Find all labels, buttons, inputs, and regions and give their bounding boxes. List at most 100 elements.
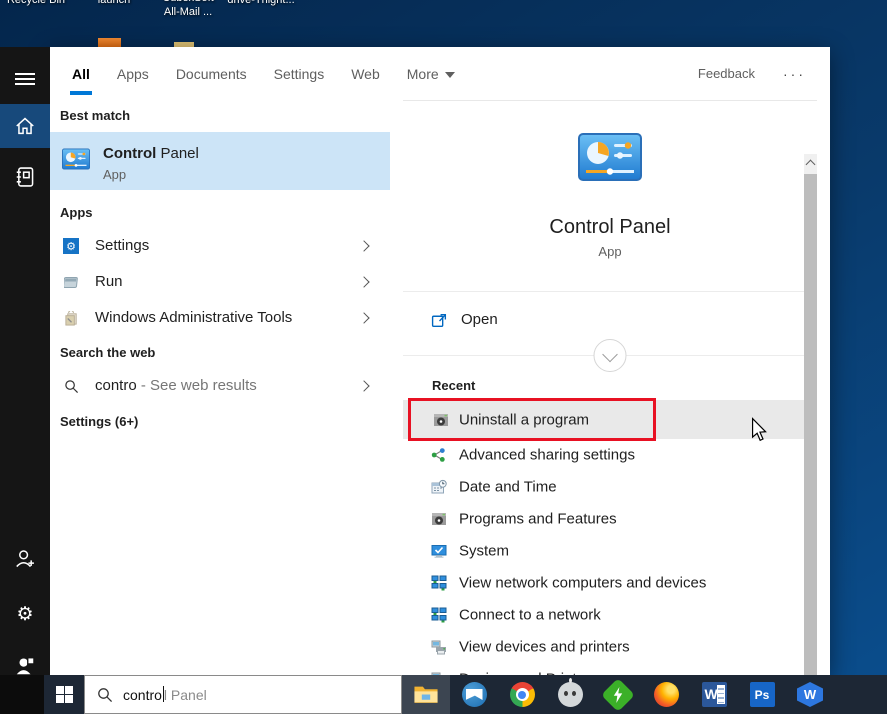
search-flyout-window: All Apps Documents Settings Web More Fee… <box>50 47 830 675</box>
settings-results-header: Settings (6+) <box>60 414 138 429</box>
taskbar-item-file-explorer[interactable] <box>402 675 450 714</box>
best-match-result-control-panel[interactable]: Control Panel App <box>50 132 390 190</box>
recent-item[interactable]: System <box>403 535 817 567</box>
desktop-icon-peek[interactable] <box>98 38 121 47</box>
expand-chevron-button[interactable] <box>594 339 627 372</box>
tab-all[interactable]: All <box>72 66 90 82</box>
app-result-windows-admin-tools[interactable]: Windows Administrative Tools <box>50 302 390 334</box>
admin-tools-icon <box>64 311 79 326</box>
menu-hamburger-button[interactable] <box>0 57 50 101</box>
desktop-icon-label[interactable]: Recycle Bin <box>4 0 68 6</box>
chevron-right-icon[interactable] <box>358 276 369 287</box>
taskbar: control Panel W Ps W <box>0 675 887 714</box>
search-tabs-bar: All Apps Documents Settings Web More Fee… <box>50 47 830 100</box>
scrollbar[interactable] <box>804 154 817 714</box>
taskbar-item-photoshop[interactable]: Ps <box>738 675 786 714</box>
firefox-icon <box>654 682 679 707</box>
journal-button[interactable] <box>0 155 50 199</box>
desktop-icon-label[interactable]: All-Mail ... <box>152 6 224 18</box>
taskbar-item-thunderbird[interactable] <box>450 675 498 714</box>
taskbar-search-box[interactable]: control Panel <box>84 675 402 714</box>
recent-item[interactable]: View devices and printers <box>403 631 817 663</box>
search-icon <box>64 379 79 394</box>
taskbar-item-chrome[interactable] <box>498 675 546 714</box>
web-result-row[interactable]: contro - See web results <box>50 370 390 402</box>
photoshop-icon: Ps <box>750 682 775 707</box>
taskbar-item-robot-app[interactable] <box>546 675 594 714</box>
app-result-run[interactable]: Run <box>50 266 390 298</box>
best-match-subtitle: App <box>103 167 126 182</box>
tab-web[interactable]: Web <box>351 66 380 82</box>
desktop-icon-label[interactable]: drive-Thight... <box>222 0 300 6</box>
datetime-icon <box>431 479 447 495</box>
recent-item[interactable]: Connect to a network <box>403 599 817 631</box>
best-match-header: Best match <box>60 108 130 123</box>
start-button[interactable] <box>44 675 84 714</box>
taskbar-item-word[interactable]: W <box>690 675 738 714</box>
chevron-down-icon <box>445 72 455 78</box>
search-input-typed-text[interactable]: contro <box>123 687 162 703</box>
search-autocomplete-hint: l Panel <box>164 687 207 703</box>
divider <box>403 291 817 292</box>
home-icon <box>14 115 36 137</box>
tab-more[interactable]: More <box>407 66 455 82</box>
robot-icon <box>558 682 583 707</box>
file-explorer-icon <box>413 684 439 705</box>
tab-settings[interactable]: Settings <box>274 66 325 82</box>
green-bolt-icon <box>601 678 635 712</box>
active-tab-underline <box>70 91 92 95</box>
tab-documents[interactable]: Documents <box>176 66 247 82</box>
recent-list: Uninstall a program Advanced sharing set… <box>403 400 817 695</box>
recent-item[interactable]: Date and Time <box>403 471 817 503</box>
journal-icon <box>14 166 36 188</box>
taskbar-item-firefox[interactable] <box>642 675 690 714</box>
sharing-icon <box>431 447 447 463</box>
chevron-right-icon[interactable] <box>358 240 369 251</box>
recent-item-uninstall-a-program[interactable]: Uninstall a program <box>403 400 817 439</box>
control-panel-icon <box>62 148 90 170</box>
preview-panel: Control Panel App Open Recent Uninstall … <box>403 100 817 675</box>
wps-office-icon: W <box>797 682 823 707</box>
taskbar-item-flashget[interactable] <box>594 675 642 714</box>
overflow-menu-button[interactable]: ··· <box>783 66 806 82</box>
taskbar-icons: W Ps W <box>402 675 834 714</box>
feedback-button[interactable]: Feedback <box>698 66 755 81</box>
chevron-down-icon <box>602 347 618 363</box>
recent-header: Recent <box>432 378 475 393</box>
scroll-up-icon[interactable] <box>806 160 816 170</box>
chevron-right-icon[interactable] <box>358 312 369 323</box>
apps-header: Apps <box>60 205 93 220</box>
desktop-icon-label[interactable]: launch <box>88 0 140 6</box>
recent-item[interactable]: Programs and Features <box>403 503 817 535</box>
preview-app-title: Control Panel <box>403 216 817 239</box>
add-account-button[interactable] <box>0 537 50 581</box>
best-match-title: Control Panel <box>103 145 199 162</box>
programs-icon <box>433 412 449 428</box>
control-panel-icon-large <box>578 133 642 181</box>
recent-item[interactable]: Advanced sharing settings <box>403 439 817 471</box>
recent-item[interactable]: View network computers and devices <box>403 567 817 599</box>
network-icon <box>431 575 447 591</box>
chrome-icon <box>510 682 535 707</box>
thunderbird-icon <box>462 682 487 707</box>
taskbar-left-gap <box>0 675 44 714</box>
network-icon <box>431 607 447 623</box>
gear-icon: ⚙ <box>16 605 33 624</box>
preview-app-subtitle: App <box>403 244 817 259</box>
search-web-header: Search the web <box>60 345 155 360</box>
start-left-rail: ⚙ <box>0 47 50 675</box>
search-icon <box>97 687 113 703</box>
taskbar-item-wps-office[interactable]: W <box>786 675 834 714</box>
person-add-icon <box>14 548 36 570</box>
web-result-label: contro - See web results <box>95 377 257 394</box>
tab-apps[interactable]: Apps <box>117 66 149 82</box>
desktop-icon-label[interactable]: CubexSoft <box>152 0 224 4</box>
app-result-settings[interactable]: ⚙ Settings <box>50 230 390 262</box>
scrollbar-thumb[interactable] <box>804 174 817 709</box>
settings-app-icon: ⚙ <box>63 238 79 254</box>
user-icon <box>14 655 36 677</box>
chevron-right-icon[interactable] <box>358 380 369 391</box>
settings-button[interactable]: ⚙ <box>0 592 50 636</box>
home-button[interactable] <box>0 104 50 148</box>
word-icon: W <box>702 682 727 707</box>
